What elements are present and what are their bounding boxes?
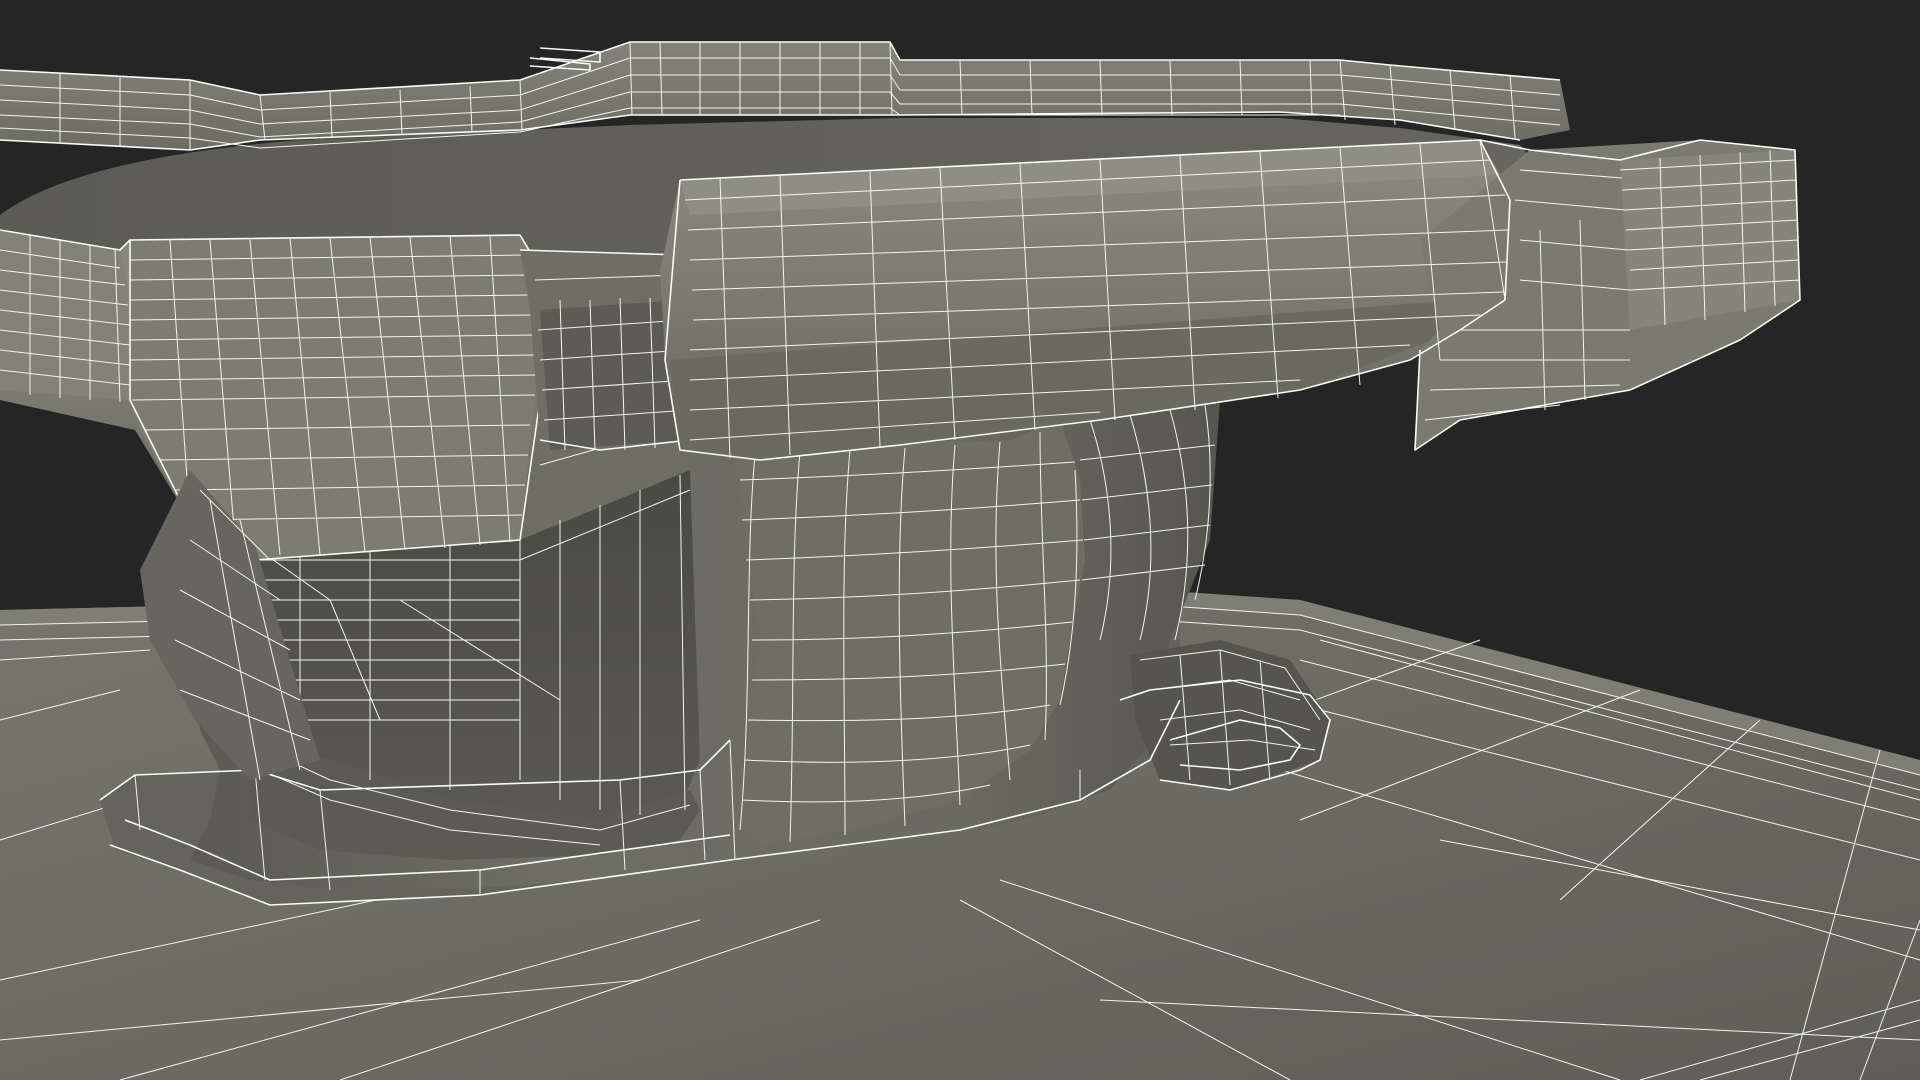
wireframe-scene xyxy=(0,41,1920,1080)
right-horn xyxy=(660,139,1801,461)
wireframe-viewport xyxy=(0,0,1920,1080)
left-horn xyxy=(0,229,541,561)
